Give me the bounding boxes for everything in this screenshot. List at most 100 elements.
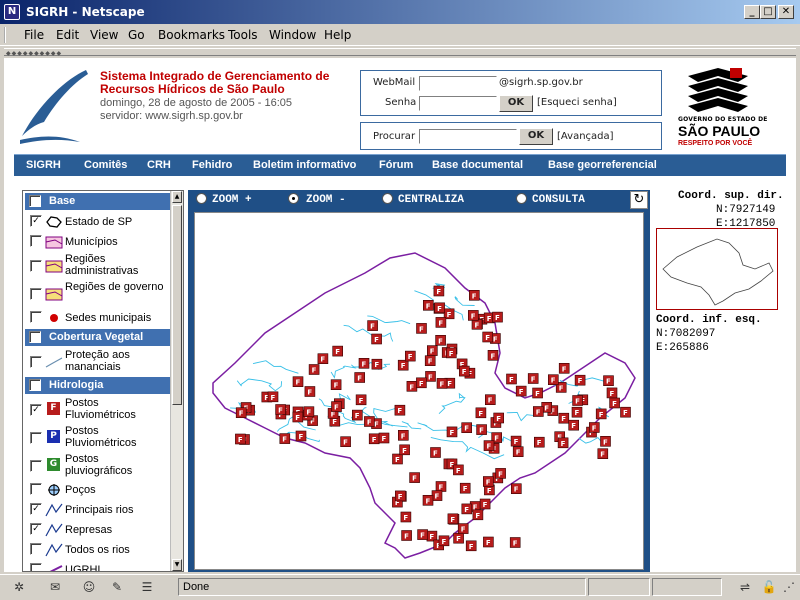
- layer-checkbox[interactable]: ✓: [30, 503, 42, 515]
- query-radio[interactable]: [516, 193, 527, 204]
- query-label[interactable]: CONSULTA: [532, 194, 585, 206]
- station-marker[interactable]: F: [352, 409, 363, 421]
- login-ok-button[interactable]: OK: [499, 95, 533, 112]
- station-marker[interactable]: F: [482, 331, 494, 343]
- minimize-button[interactable]: _: [744, 5, 760, 19]
- search-input[interactable]: [419, 129, 517, 144]
- station-marker[interactable]: F: [417, 529, 428, 540]
- station-marker[interactable]: F: [461, 503, 473, 515]
- station-marker[interactable]: F: [446, 426, 458, 438]
- center-radio[interactable]: [382, 193, 393, 204]
- layer-checkbox[interactable]: [30, 311, 42, 323]
- station-marker[interactable]: F: [483, 440, 495, 451]
- station-marker[interactable]: F: [330, 379, 342, 390]
- station-marker[interactable]: F: [422, 494, 434, 506]
- nav-comites[interactable]: Comitês: [84, 159, 127, 171]
- station-marker[interactable]: F: [479, 498, 491, 510]
- station-marker[interactable]: F: [394, 404, 406, 416]
- station-marker[interactable]: F: [303, 406, 315, 417]
- station-marker[interactable]: F: [446, 347, 457, 359]
- station-marker[interactable]: F: [401, 530, 412, 541]
- window-title-bar[interactable]: N SIGRH - Netscape _ □ ✕: [0, 0, 800, 24]
- station-marker[interactable]: F: [426, 530, 438, 542]
- station-marker[interactable]: F: [493, 412, 505, 424]
- station-marker[interactable]: F: [358, 358, 370, 369]
- station-marker[interactable]: F: [533, 436, 545, 448]
- scroll-up-icon[interactable]: ▲: [172, 191, 182, 203]
- station-marker[interactable]: F: [427, 345, 438, 356]
- menu-help[interactable]: Help: [324, 28, 351, 42]
- station-marker[interactable]: F: [433, 285, 445, 297]
- station-marker[interactable]: F: [571, 406, 583, 418]
- station-marker[interactable]: F: [512, 446, 524, 457]
- layer-checkbox[interactable]: [30, 260, 42, 272]
- nav-sigrh[interactable]: SIGRH: [26, 159, 61, 171]
- station-marker[interactable]: F: [487, 350, 499, 361]
- zoom-in-radio[interactable]: [196, 193, 207, 204]
- station-marker[interactable]: F: [434, 302, 445, 314]
- station-marker[interactable]: F: [438, 535, 450, 547]
- station-marker[interactable]: F: [397, 359, 409, 371]
- layer-group-checkbox[interactable]: [29, 331, 41, 343]
- online-status-icon[interactable]: ⇌: [736, 579, 754, 595]
- station-marker[interactable]: F: [378, 432, 390, 444]
- nav-base-georreferencial[interactable]: Base georreferencial: [548, 159, 657, 171]
- station-marker[interactable]: F: [547, 374, 559, 385]
- layers-scrollbar[interactable]: ▲ ▼: [170, 191, 183, 571]
- station-marker[interactable]: F: [235, 407, 247, 418]
- station-marker[interactable]: F: [436, 378, 448, 389]
- station-marker[interactable]: F: [506, 373, 517, 385]
- station-marker[interactable]: F: [371, 358, 383, 370]
- layer-checkbox[interactable]: ✓: [30, 523, 42, 535]
- menu-bookmarks[interactable]: Bookmarks: [158, 28, 225, 42]
- station-marker[interactable]: F: [492, 311, 503, 323]
- overview-map[interactable]: [656, 228, 778, 310]
- station-marker[interactable]: F: [557, 437, 569, 449]
- layer-checkbox[interactable]: [30, 432, 42, 444]
- search-ok-button[interactable]: OK: [519, 128, 553, 145]
- station-marker[interactable]: F: [367, 320, 378, 331]
- address-book-icon[interactable]: ☰: [138, 579, 156, 595]
- station-marker[interactable]: F: [332, 345, 343, 357]
- advanced-search-link[interactable]: [Avançada]: [557, 131, 614, 142]
- mail-icon[interactable]: ✉: [46, 579, 64, 595]
- station-marker[interactable]: F: [572, 395, 583, 406]
- nav-boletim[interactable]: Boletim informativo: [253, 159, 356, 171]
- station-marker[interactable]: F: [467, 310, 479, 321]
- nav-forum[interactable]: Fórum: [379, 159, 413, 171]
- station-marker[interactable]: F: [292, 411, 304, 423]
- station-marker[interactable]: F: [476, 424, 487, 435]
- layer-group-base[interactable]: Base: [25, 193, 171, 210]
- resize-grip-icon[interactable]: ⋰: [780, 579, 798, 595]
- layer-group-checkbox[interactable]: [29, 195, 41, 207]
- menu-file[interactable]: File: [24, 28, 44, 42]
- security-lock-icon[interactable]: 🔓: [760, 579, 778, 595]
- station-marker[interactable]: F: [368, 433, 380, 445]
- sp-government-emblem[interactable]: [674, 66, 762, 116]
- station-marker[interactable]: F: [235, 433, 246, 445]
- station-marker[interactable]: F: [267, 391, 279, 403]
- station-marker[interactable]: F: [405, 350, 416, 362]
- station-marker[interactable]: F: [447, 513, 459, 525]
- sao-paulo-state-map[interactable]: FFFF FFFFFFFFFFFFFFFFFFFFFFFFFFFFFFFFFFFF…: [195, 213, 644, 570]
- station-marker[interactable]: F: [471, 319, 483, 330]
- station-marker[interactable]: F: [532, 387, 543, 399]
- station-marker[interactable]: F: [423, 300, 434, 311]
- layer-group-hidrologia[interactable]: Hidrologia: [25, 377, 171, 394]
- station-marker[interactable]: F: [482, 476, 494, 487]
- menu-go[interactable]: Go: [128, 28, 145, 42]
- composer-icon[interactable]: ✎: [108, 579, 126, 595]
- station-marker[interactable]: F: [558, 363, 570, 374]
- station-marker[interactable]: F: [527, 373, 539, 384]
- layer-checkbox[interactable]: [30, 235, 42, 247]
- scroll-down-icon[interactable]: ▼: [172, 559, 182, 571]
- close-button[interactable]: ✕: [778, 5, 794, 19]
- layer-checkbox[interactable]: [30, 543, 42, 555]
- station-marker[interactable]: F: [304, 386, 316, 397]
- site-title[interactable]: Sistema Integrado de Gerenciamento de Re…: [100, 70, 350, 96]
- layer-group-cobertura[interactable]: Cobertura Vegetal: [25, 329, 171, 346]
- station-marker[interactable]: F: [430, 447, 441, 458]
- station-marker[interactable]: F: [515, 385, 527, 397]
- maximize-button[interactable]: □: [760, 5, 776, 19]
- station-marker[interactable]: F: [435, 317, 447, 328]
